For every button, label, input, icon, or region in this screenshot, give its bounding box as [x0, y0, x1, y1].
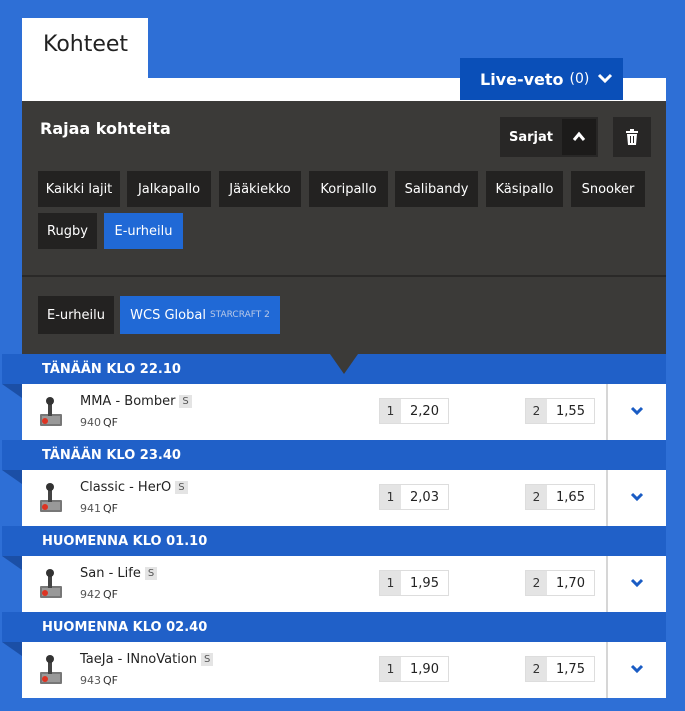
row-divider: [606, 642, 608, 698]
series-toggle[interactable]: Sarjat: [500, 117, 598, 157]
sport-chip[interactable]: Koripallo: [309, 171, 388, 207]
live-bet-count: (0): [569, 71, 590, 87]
row-divider: [606, 384, 608, 440]
sport-chip[interactable]: Rugby: [38, 213, 97, 249]
odds-button-1[interactable]: 1 1,90: [379, 656, 449, 682]
odds-button-1[interactable]: 1 2,20: [379, 398, 449, 424]
chevron-down-icon[interactable]: [628, 402, 646, 420]
stream-tag: S: [179, 395, 192, 408]
chevron-down-icon[interactable]: [628, 488, 646, 506]
live-bet-button[interactable]: Live-veto (0): [460, 58, 623, 100]
match-row[interactable]: San - Life S 942 QF 1 1,95 2 1,70: [22, 556, 666, 612]
joystick-icon: [40, 397, 62, 426]
odds-value: 1,65: [547, 485, 594, 509]
sport-chip[interactable]: Jalkapallo: [127, 171, 211, 207]
filter-panel: Rajaa kohteita Sarjat Kaikki lajit Jalka…: [22, 101, 666, 356]
league-sub-label: STARCRAFT 2: [209, 310, 270, 320]
joystick-icon: [40, 655, 62, 684]
series-label: Sarjat: [509, 129, 553, 145]
odds-button-1[interactable]: 1 1,95: [379, 570, 449, 596]
chevron-down-icon[interactable]: [628, 660, 646, 678]
joystick-icon: [40, 569, 62, 598]
league-chip[interactable]: WCS Global STARCRAFT 2: [120, 296, 280, 334]
odds-value: 1,90: [401, 657, 448, 681]
match-teams[interactable]: MMA - Bomber S: [80, 394, 192, 409]
stream-tag: S: [175, 481, 188, 494]
header-fold: [2, 384, 22, 398]
match-row[interactable]: MMA - Bomber S 940 QF 1 2,20 2 1,55: [22, 384, 666, 440]
odds-button-2[interactable]: 2 1,75: [525, 656, 595, 682]
joystick-icon: [40, 483, 62, 512]
stream-tag: S: [144, 567, 158, 580]
event-number: 941 QF: [80, 502, 118, 515]
teams-label: Classic - HerO: [80, 480, 172, 495]
tab-kohteet[interactable]: Kohteet: [22, 18, 148, 80]
odds-button-2[interactable]: 2 1,55: [525, 398, 595, 424]
filter-title: Rajaa kohteita: [40, 119, 171, 138]
event-number-value: 941: [80, 502, 101, 515]
event-number-value: 943: [80, 674, 101, 687]
qf-label: QF: [103, 588, 118, 601]
chevron-down-icon[interactable]: [628, 574, 646, 592]
sport-chip[interactable]: Käsipallo: [486, 171, 563, 207]
odds-index: 1: [380, 657, 401, 681]
day-header: TÄNÄÄN KLO 23.40: [2, 440, 666, 470]
day-header: HUOMENNA KLO 02.40: [2, 612, 666, 642]
event-number-value: 940: [80, 416, 101, 429]
league-label: WCS Global: [130, 307, 206, 323]
odds-value: 1,70: [547, 571, 594, 595]
odds-value: 2,20: [401, 399, 448, 423]
row-divider: [606, 470, 608, 526]
odds-index: 2: [526, 571, 547, 595]
odds-index: 1: [380, 399, 401, 423]
trash-icon[interactable]: [613, 117, 651, 157]
teams-label: TaeJa - INnoVation: [80, 652, 198, 667]
event-number: 940 QF: [80, 416, 118, 429]
sport-chip[interactable]: Salibandy: [395, 171, 478, 207]
header-fold: [2, 470, 22, 484]
odds-value: 1,95: [401, 571, 448, 595]
header-fold: [2, 642, 22, 656]
match-row[interactable]: TaeJa - INnoVation S 943 QF 1 1,90 2 1,75: [22, 642, 666, 698]
event-number: 943 QF: [80, 674, 118, 687]
odds-index: 2: [526, 657, 547, 681]
sport-chip[interactable]: Jääkiekko: [219, 171, 301, 207]
odds-value: 1,55: [547, 399, 594, 423]
match-teams[interactable]: TaeJa - INnoVation S: [80, 652, 214, 667]
sub-sport-chip[interactable]: E-urheilu: [38, 296, 114, 334]
qf-label: QF: [103, 416, 118, 429]
odds-index: 1: [380, 571, 401, 595]
qf-label: QF: [103, 502, 118, 515]
event-number-value: 942: [80, 588, 101, 601]
sport-chip-active[interactable]: E-urheilu: [104, 213, 183, 249]
odds-button-1[interactable]: 1 2,03: [379, 484, 449, 510]
day-header: HUOMENNA KLO 01.10: [2, 526, 666, 556]
live-bet-label: Live-veto: [480, 69, 564, 89]
match-teams[interactable]: Classic - HerO S: [80, 480, 188, 495]
chevron-up-icon[interactable]: [562, 119, 596, 155]
event-number: 942 QF: [80, 588, 118, 601]
odds-button-2[interactable]: 2 1,65: [525, 484, 595, 510]
chevron-down-icon: [597, 73, 613, 84]
teams-label: San - Life: [80, 566, 141, 581]
odds-index: 1: [380, 485, 401, 509]
row-divider: [606, 556, 608, 612]
teams-label: MMA - Bomber: [80, 394, 176, 409]
match-teams[interactable]: San - Life S: [80, 566, 158, 581]
sport-chip[interactable]: Snooker: [571, 171, 645, 207]
panel-notch: [330, 354, 358, 374]
match-row[interactable]: Classic - HerO S 941 QF 1 2,03 2 1,65: [22, 470, 666, 526]
divider: [22, 275, 666, 277]
odds-button-2[interactable]: 2 1,70: [525, 570, 595, 596]
odds-value: 2,03: [401, 485, 448, 509]
sport-chip[interactable]: Kaikki lajit: [38, 171, 120, 207]
odds-index: 2: [526, 399, 547, 423]
odds-index: 2: [526, 485, 547, 509]
header-fold: [2, 556, 22, 570]
qf-label: QF: [103, 674, 118, 687]
odds-value: 1,75: [547, 657, 594, 681]
stream-tag: S: [201, 653, 214, 666]
